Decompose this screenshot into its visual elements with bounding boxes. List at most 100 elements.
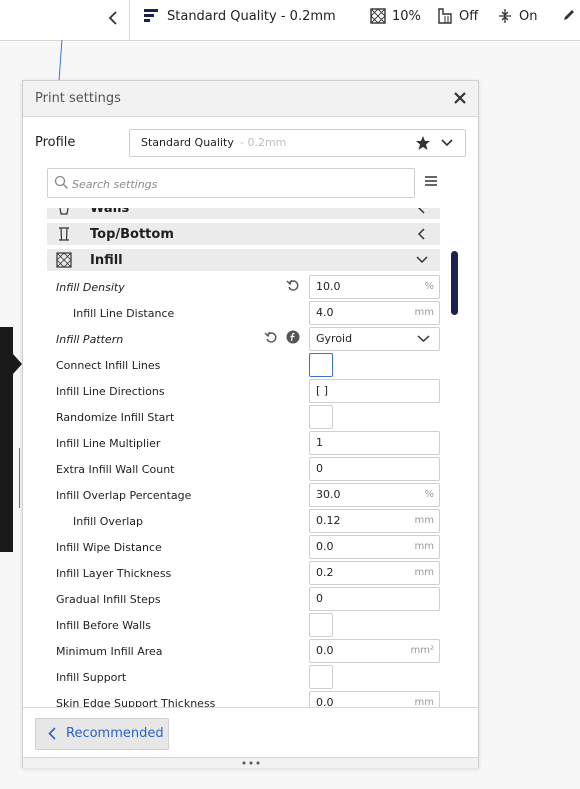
setting-minimum-infill-area: Minimum Infill Area 0.0 mm² (47, 639, 444, 665)
layers-icon (144, 9, 158, 22)
setting-value: 4.0 (316, 306, 334, 319)
setting-value: 30.0 (316, 488, 341, 501)
setting-unit: mm (414, 515, 434, 526)
setting-unit: mm (414, 567, 434, 578)
chevron-down-icon (416, 256, 428, 264)
infill-density-input[interactable]: 10.0 % (309, 275, 440, 299)
setting-extra-infill-wall-count: Extra Infill Wall Count 0 (47, 457, 444, 483)
resize-grip[interactable] (23, 757, 478, 768)
setting-label: Infill Before Walls (56, 619, 151, 632)
chevron-left-icon (417, 208, 425, 214)
setting-skin-edge-support-thickness: Skin Edge Support Thickness 0.0 mm (47, 691, 444, 708)
infill-line-directions-input[interactable]: [ ] (309, 379, 440, 403)
grip-dots-icon (242, 761, 260, 765)
setting-label: Infill Layer Thickness (56, 567, 172, 580)
chevron-down-icon[interactable] (440, 136, 454, 150)
profile-name: Standard Quality (141, 136, 234, 149)
setting-infill-line-multiplier: Infill Line Multiplier 1 (47, 431, 444, 457)
extra-infill-wall-count-input[interactable]: 0 (309, 457, 440, 481)
category-label: Infill (90, 253, 123, 268)
category-infill[interactable]: Infill (47, 249, 440, 271)
profile-selector[interactable]: Standard Quality - 0.2mm (129, 129, 466, 157)
close-icon[interactable] (453, 91, 467, 105)
setting-label: Infill Support (56, 671, 127, 684)
settings-scrollbar[interactable] (451, 251, 458, 315)
setting-label: Infill Line Distance (73, 307, 175, 320)
infill-pattern-select[interactable]: Gyroid (309, 327, 440, 351)
infill-wipe-distance-input[interactable]: 0.0 mm (309, 535, 440, 559)
gradual-infill-steps-input[interactable]: 0 (309, 587, 440, 611)
settings-list[interactable]: Walls Top/Bottom Infill Infill Density 1… (47, 208, 444, 708)
setting-value: 0.0 (316, 644, 334, 657)
menu-icon[interactable] (424, 174, 438, 188)
setting-value: 0 (316, 592, 323, 605)
category-walls[interactable]: Walls (47, 208, 440, 219)
viewport-guide-line (58, 40, 63, 80)
setting-unit: mm (414, 307, 434, 318)
category-topbottom[interactable]: Top/Bottom (47, 223, 440, 245)
setting-label: Infill Overlap Percentage (56, 489, 192, 502)
setting-infill-layer-thickness: Infill Layer Thickness 0.2 mm (47, 561, 444, 587)
quality-label: Standard Quality - 0.2mm (167, 8, 336, 24)
setting-unit: mm² (410, 645, 435, 656)
infill-indicator[interactable]: 10% (370, 6, 421, 26)
infill-layer-thickness-input[interactable]: 0.2 mm (309, 561, 440, 585)
setting-label: Infill Overlap (73, 515, 143, 528)
setting-infill-before-walls: Infill Before Walls (47, 613, 444, 639)
setting-unit: mm (414, 541, 434, 552)
recommended-button[interactable]: Recommended (35, 718, 169, 750)
quality-selector[interactable]: Standard Quality - 0.2mm (143, 6, 336, 26)
adhesion-icon (499, 9, 511, 23)
star-icon[interactable] (415, 135, 431, 151)
profile-label: Profile (35, 135, 76, 150)
walls-icon (59, 208, 69, 215)
setting-value: 0.12 (316, 514, 341, 527)
setting-value: Gyroid (316, 332, 353, 345)
reset-icon[interactable] (286, 278, 300, 292)
setting-infill-pattern: Infill Pattern Gyroid (47, 327, 444, 353)
skin-edge-support-thickness-input[interactable]: 0.0 mm (309, 691, 440, 708)
adhesion-value: On (519, 8, 538, 24)
setting-label: Extra Infill Wall Count (56, 463, 175, 476)
setting-value: 10.0 (316, 280, 341, 293)
setting-infill-line-directions: Infill Line Directions [ ] (47, 379, 444, 405)
infill-overlap-input[interactable]: 0.12 mm (309, 509, 440, 533)
setting-infill-support: Infill Support (47, 665, 444, 691)
function-icon[interactable] (286, 330, 300, 344)
minimum-infill-area-input[interactable]: 0.0 mm² (309, 639, 440, 663)
setting-value: [ ] (316, 384, 329, 397)
viewport-arrow-icon (13, 354, 22, 374)
support-icon (438, 8, 452, 24)
setting-connect-infill-lines: Connect Infill Lines (47, 353, 444, 379)
reset-icon[interactable] (264, 330, 278, 344)
randomize-infill-start-checkbox[interactable] (309, 405, 333, 429)
viewport-dark-panel (0, 327, 13, 552)
setting-value: 0 (316, 462, 323, 475)
infill-line-multiplier-input[interactable]: 1 (309, 431, 440, 455)
infill-line-distance-input[interactable]: 4.0 mm (309, 301, 440, 325)
setting-label: Randomize Infill Start (56, 411, 175, 424)
infill-overlap-percentage-input[interactable]: 30.0 % (309, 483, 440, 507)
chevron-left-icon[interactable] (104, 8, 124, 28)
setting-value: 0.2 (316, 566, 334, 579)
infill-before-walls-checkbox[interactable] (309, 613, 333, 637)
support-value: Off (459, 8, 479, 24)
connect-infill-lines-checkbox[interactable] (309, 353, 333, 377)
print-settings-panel: Print settings Profile Standard Quality … (22, 80, 479, 768)
infill-support-checkbox[interactable] (309, 665, 333, 689)
adhesion-indicator[interactable]: On (497, 6, 537, 26)
infill-icon (370, 8, 386, 24)
setting-randomize-infill-start: Randomize Infill Start (47, 405, 444, 431)
setting-value: 1 (316, 436, 323, 449)
search-input[interactable] (70, 173, 404, 195)
setting-label: Gradual Infill Steps (56, 593, 161, 606)
top-toolbar: Standard Quality - 0.2mm 10% Off On (0, 0, 580, 41)
setting-unit: % (424, 281, 434, 292)
category-label: Top/Bottom (90, 227, 174, 242)
pencil-icon[interactable] (562, 8, 576, 22)
search-field[interactable] (47, 168, 415, 198)
support-indicator[interactable]: Off (437, 6, 478, 26)
setting-infill-wipe-distance: Infill Wipe Distance 0.0 mm (47, 535, 444, 561)
setting-unit: % (424, 489, 434, 500)
panel-header: Print settings (23, 81, 478, 117)
